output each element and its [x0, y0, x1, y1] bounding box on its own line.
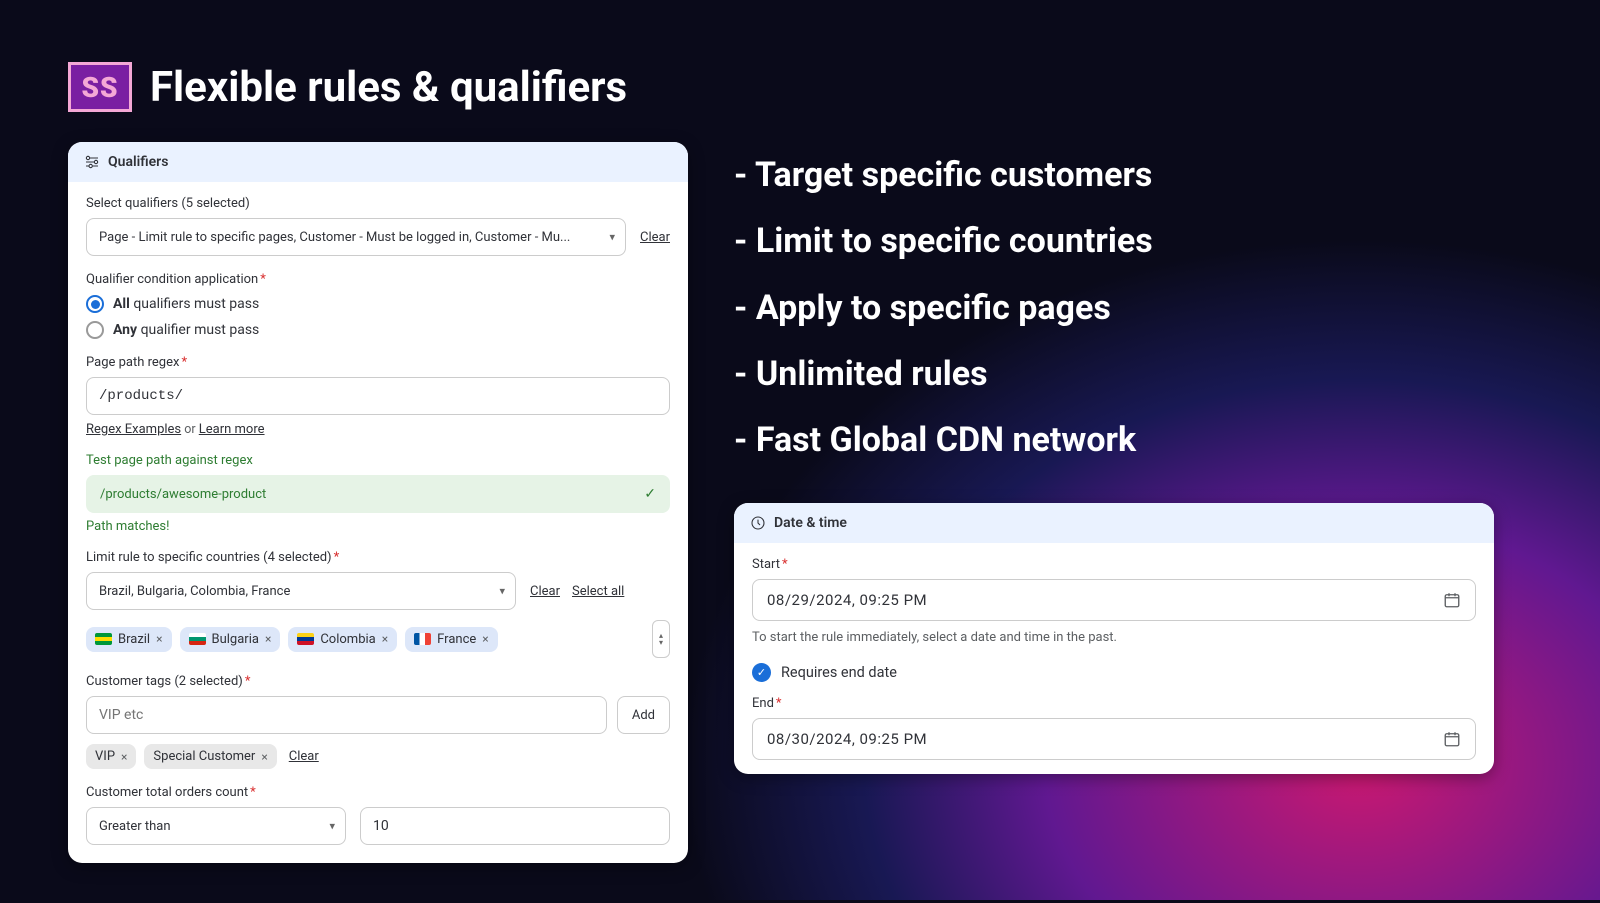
radio-all[interactable]: All qualifiers must pass	[86, 295, 670, 313]
orders-count-input[interactable]	[360, 807, 670, 845]
feature-bullet: - Fast Global CDN network	[734, 407, 1532, 473]
test-path-label: Test page path against regex	[86, 453, 670, 468]
radio-any[interactable]: Any qualifier must pass	[86, 321, 670, 339]
end-datetime-input[interactable]: 08/30/2024, 09:25 PM	[752, 718, 1476, 760]
requires-end-checkbox[interactable]: ✓ Requires end date	[752, 663, 1476, 682]
country-chip[interactable]: Bulgaria×	[180, 627, 281, 652]
check-icon: ✓	[644, 486, 656, 502]
start-hint: To start the rule immediately, select a …	[752, 630, 1476, 645]
close-icon[interactable]: ×	[482, 632, 488, 646]
learn-more-link[interactable]: Learn more	[199, 422, 265, 437]
country-chip[interactable]: France×	[405, 627, 498, 652]
clear-countries-link[interactable]: Clear	[530, 584, 560, 599]
test-path-ok: Path matches!	[86, 519, 670, 534]
countries-select[interactable]: Brazil, Bulgaria, Colombia, France ▾	[86, 572, 516, 610]
close-icon[interactable]: ×	[121, 750, 127, 764]
country-chip[interactable]: Brazil×	[86, 627, 172, 652]
tags-label: Customer tags (2 selected)	[86, 674, 670, 689]
close-icon[interactable]: ×	[382, 632, 388, 646]
qualifiers-select[interactable]: Page - Limit rule to specific pages, Cus…	[86, 218, 626, 256]
chevron-down-icon: ▾	[499, 585, 505, 598]
add-button[interactable]: Add	[617, 696, 670, 734]
start-label: Start	[752, 557, 1476, 572]
qualifiers-card: Qualifiers Select qualifiers (5 selected…	[68, 142, 688, 863]
calendar-icon	[1443, 730, 1461, 748]
page-path-input[interactable]	[86, 377, 670, 415]
orders-op-text: Greater than	[99, 819, 171, 834]
tags-input[interactable]	[86, 696, 607, 734]
chevron-down-icon: ▾	[609, 231, 615, 244]
countries-select-text: Brazil, Bulgaria, Colombia, France	[99, 584, 290, 599]
select-all-countries-link[interactable]: Select all	[572, 584, 624, 599]
chevron-down-icon: ▾	[329, 820, 335, 833]
qualifiers-select-text: Page - Limit rule to specific pages, Cus…	[99, 230, 570, 245]
orders-label: Customer total orders count	[86, 785, 670, 800]
orders-operator-select[interactable]: Greater than ▾	[86, 807, 346, 845]
qualifiers-header: Qualifiers	[108, 154, 168, 170]
radio-dot-icon	[86, 295, 104, 313]
feature-bullet: - Target specific customers	[734, 142, 1532, 208]
flag-icon	[189, 633, 206, 645]
close-icon[interactable]: ×	[156, 632, 162, 646]
end-label: End	[752, 696, 1476, 711]
clock-icon	[750, 515, 766, 531]
page-path-label: Page path regex	[86, 355, 670, 370]
tag-chip[interactable]: VIP×	[86, 744, 136, 769]
page-title: Flexible rules & qualifiers	[150, 63, 627, 112]
close-icon[interactable]: ×	[265, 632, 271, 646]
radio-dot-icon	[86, 321, 104, 339]
countries-label: Limit rule to specific countries (4 sele…	[86, 550, 670, 565]
clear-tags-link[interactable]: Clear	[289, 749, 319, 764]
feature-bullet: - Apply to specific pages	[734, 275, 1532, 341]
condition-label: Qualifier condition application	[86, 272, 670, 287]
flag-icon	[414, 633, 431, 645]
date-time-header: Date & time	[774, 515, 847, 531]
check-circle-icon: ✓	[752, 663, 771, 682]
logo: SS	[68, 62, 132, 112]
tag-chip[interactable]: Special Customer×	[144, 744, 276, 769]
stepper-icon[interactable]: ▴▾	[652, 620, 670, 658]
select-qualifiers-label: Select qualifiers (5 selected)	[86, 196, 670, 211]
calendar-icon	[1443, 591, 1461, 609]
test-path-result: /products/awesome-product ✓	[86, 475, 670, 513]
start-datetime-input[interactable]: 08/29/2024, 09:25 PM	[752, 579, 1476, 621]
feature-bullet: - Limit to specific countries	[734, 208, 1532, 274]
clear-qualifiers-link[interactable]: Clear	[640, 230, 670, 245]
flag-icon	[297, 633, 314, 645]
flag-icon	[95, 633, 112, 645]
country-chip[interactable]: Colombia×	[288, 627, 397, 652]
feature-bullet: - Unlimited rules	[734, 341, 1532, 407]
date-time-card: Date & time Start 08/29/2024, 09:25 PM T…	[734, 503, 1494, 774]
close-icon[interactable]: ×	[261, 750, 267, 764]
filter-icon	[84, 154, 100, 170]
regex-examples-link[interactable]: Regex Examples	[86, 422, 181, 437]
